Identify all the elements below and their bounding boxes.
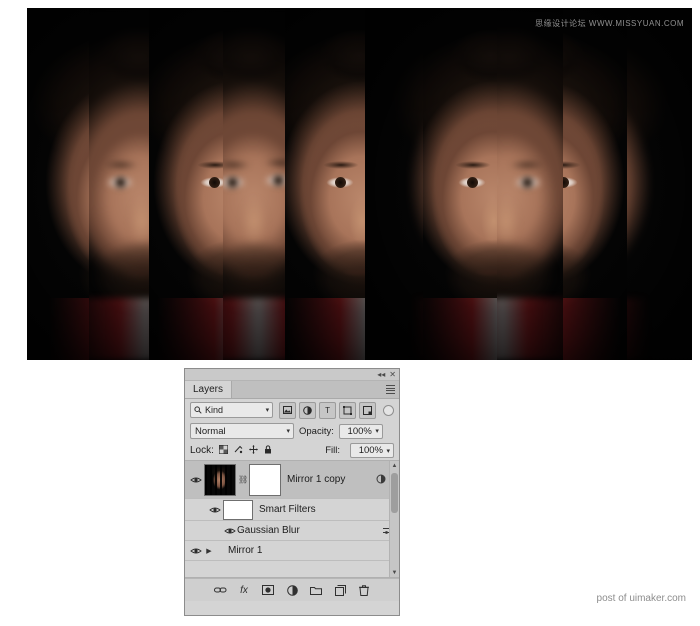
new-layer-icon[interactable] <box>334 584 347 597</box>
layer-style-fx-icon[interactable]: fx <box>238 584 251 597</box>
layers-scrollbar[interactable]: ▲ ▼ <box>389 461 399 577</box>
new-group-icon[interactable] <box>310 584 323 597</box>
opacity-label: Opacity: <box>299 425 334 437</box>
delete-layer-icon[interactable] <box>358 584 371 597</box>
panel-titlebar: ◂◂ ✕ <box>185 369 399 381</box>
credit-text: post of uimaker.com <box>596 593 686 604</box>
layer-name: Mirror 1 <box>228 545 263 556</box>
eye-icon <box>190 548 202 553</box>
layer-row-mirror-1-copy[interactable]: ⛓ Mirror 1 copy ^ <box>185 461 399 499</box>
gaussian-blur-label: Gaussian Blur <box>237 525 300 536</box>
smart-object-badge-icon <box>376 474 386 486</box>
layer-thumbnail[interactable] <box>204 463 236 496</box>
eye-icon <box>209 507 221 512</box>
watermark-text: 思缘设计论坛 WWW.MISSYUAN.COM <box>535 19 684 28</box>
search-icon <box>194 406 202 414</box>
link-layers-icon[interactable] <box>213 584 227 597</box>
layer-visibility-toggle[interactable] <box>188 476 204 484</box>
eye-icon <box>224 528 236 533</box>
image-strip-blurred <box>627 8 692 360</box>
scroll-down-arrow-icon[interactable]: ▼ <box>390 568 399 577</box>
chevron-down-icon: ▾ <box>265 407 270 414</box>
layer-row-smart-filters[interactable]: Smart Filters <box>185 499 399 521</box>
image-strip-blurred <box>89 8 149 360</box>
lock-all-icon[interactable] <box>264 445 272 456</box>
adjustment-layer-icon[interactable] <box>286 584 299 597</box>
layers-list: ⛓ Mirror 1 copy ^ Smart Filters <box>185 461 399 578</box>
mirror-1-visibility-toggle[interactable] <box>188 547 204 555</box>
chevron-down-icon: ▾ <box>375 428 379 435</box>
opacity-field[interactable]: 100% ▾ <box>338 423 383 439</box>
tab-layers[interactable]: Layers <box>185 381 233 398</box>
image-strip <box>285 8 365 360</box>
layers-panel-footer: fx <box>185 578 399 601</box>
filter-kind-select[interactable]: Kind ▾ <box>190 402 274 418</box>
layer-row-gaussian-blur[interactable]: Gaussian Blur <box>185 521 399 541</box>
smart-filters-mask-thumbnail[interactable] <box>223 499 253 520</box>
filter-toggle-switch[interactable] <box>383 404 394 416</box>
type-layer-icon[interactable]: T <box>319 401 337 419</box>
tab-layers-label: Layers <box>193 384 224 395</box>
layer-name: Mirror 1 copy <box>287 474 346 485</box>
scrollbar-thumb[interactable] <box>391 473 398 513</box>
fill-label: Fill: <box>325 445 340 456</box>
lock-row: Lock: Fill: 100% ▾ <box>185 441 399 461</box>
layers-panel: ◂◂ ✕ Layers Kind ▾ T Normal ▾ Opacity: 1… <box>184 368 400 616</box>
panel-tab-strip: Layers <box>185 381 399 399</box>
filter-kind-label: Kind <box>205 405 224 415</box>
portrait-image: 思缘设计论坛 WWW.MISSYUAN.COM <box>27 8 692 360</box>
smart-object-icon[interactable] <box>359 401 377 419</box>
smart-filters-visibility-toggle[interactable] <box>207 506 223 514</box>
image-strip-blurred <box>497 8 563 360</box>
shape-layer-icon[interactable] <box>339 401 357 419</box>
lock-image-pixels-icon[interactable] <box>234 445 243 456</box>
smart-filters-label: Smart Filters <box>259 504 316 515</box>
layer-row-mirror-1[interactable]: ▶ Mirror 1 <box>185 541 399 561</box>
image-strip <box>149 8 223 360</box>
image-strip <box>423 8 497 360</box>
fill-field[interactable]: 100% ▾ <box>350 443 394 458</box>
chevron-down-icon: ▾ <box>286 428 290 435</box>
close-icon[interactable]: ✕ <box>389 370 396 379</box>
add-layer-mask-icon[interactable] <box>262 584 275 597</box>
blend-mode-select[interactable]: Normal ▾ <box>190 423 294 439</box>
blend-mode-row: Normal ▾ Opacity: 100% ▾ <box>185 421 399 441</box>
image-strip-blurred <box>223 8 285 360</box>
layer-mask-thumbnail[interactable] <box>249 463 281 496</box>
layer-filter-row: Kind ▾ T <box>185 399 399 421</box>
pixel-layer-icon[interactable] <box>279 401 297 419</box>
fill-value: 100% <box>358 445 383 456</box>
eye-icon <box>190 477 202 482</box>
adjustment-layer-icon[interactable] <box>299 401 317 419</box>
expand-triangle-icon[interactable]: ▶ <box>204 547 214 555</box>
lock-icon-group <box>218 445 272 456</box>
gaussian-blur-visibility-toggle[interactable] <box>223 527 237 535</box>
chevron-down-icon: ▾ <box>386 447 390 455</box>
blend-mode-value: Normal <box>195 425 226 437</box>
panel-menu-icon[interactable] <box>386 385 395 394</box>
filter-type-icons: T <box>279 401 377 419</box>
collapse-icon[interactable]: ◂◂ <box>377 370 385 379</box>
opacity-value: 100% <box>347 425 372 437</box>
image-strip-blurred <box>365 8 423 360</box>
image-strip <box>563 8 627 360</box>
image-strip <box>27 8 89 360</box>
lock-transparent-pixels-icon[interactable] <box>218 445 228 456</box>
lock-position-icon[interactable] <box>248 445 258 456</box>
scroll-up-arrow-icon[interactable]: ▲ <box>390 461 399 470</box>
lock-label: Lock: <box>190 445 214 456</box>
link-icon: ⛓ <box>238 475 249 484</box>
